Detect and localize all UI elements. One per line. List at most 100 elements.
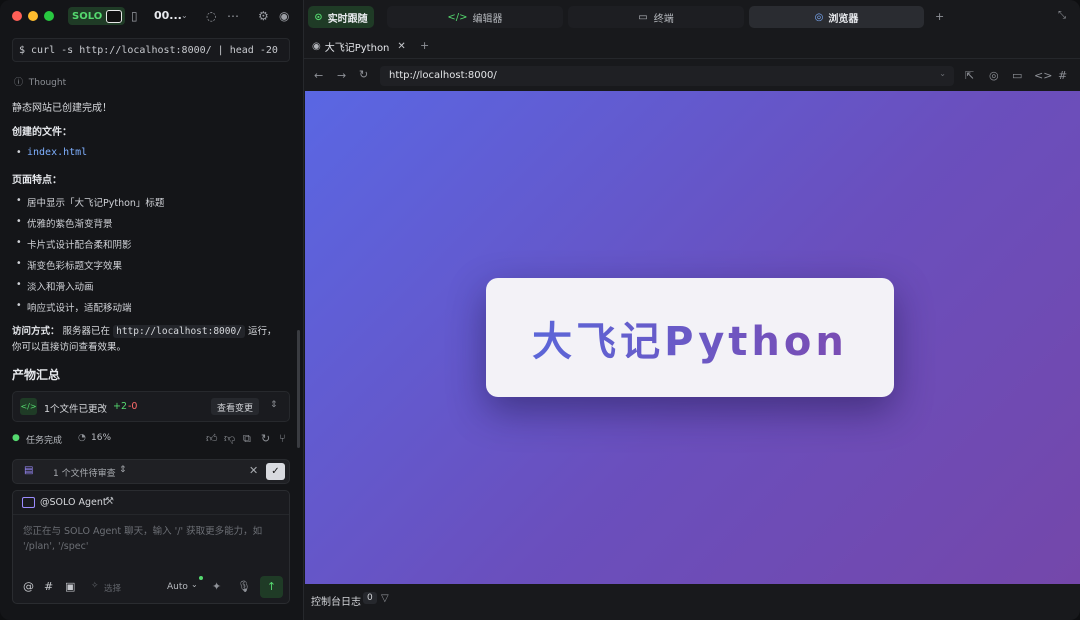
features-heading: 页面特点： [12, 175, 62, 186]
view-changes-button[interactable]: 查看变更 [211, 398, 260, 415]
task-status: 任务完成 [26, 436, 63, 446]
forward-icon[interactable]: → [337, 69, 346, 82]
collapse-icon[interactable]: ⤡ [1058, 10, 1066, 21]
solo-mode-badge[interactable]: SOLO [68, 7, 126, 25]
feature-item: 卡片式设计配合柔和阴影 [16, 237, 132, 251]
tab-label: 编辑器 [472, 13, 503, 25]
compass-icon: ◎ [814, 11, 824, 23]
pending-review-bar: ▤ 1 个文件待审查 ⇕ ✕ ✓ [12, 459, 290, 484]
check-circle-icon: ● [12, 433, 20, 443]
branch-icon[interactable]: ⑂ [279, 432, 286, 445]
tab-browser[interactable]: ◎ 浏览器 [749, 6, 924, 28]
copy-icon[interactable]: ⧉ [243, 432, 251, 446]
thought-label[interactable]: ⓘ Thought [14, 75, 66, 88]
account-icon[interactable]: ◉ [279, 9, 289, 23]
microphone-icon[interactable]: 🎙︎ [237, 580, 251, 593]
select-icon[interactable]: ✧ [91, 581, 99, 591]
back-icon[interactable]: ← [314, 69, 323, 82]
accept-button[interactable]: ✓ [266, 463, 285, 480]
pending-label[interactable]: 1 个文件待审查 [53, 466, 116, 479]
info-icon: ⓘ [14, 78, 24, 88]
pending-expand-icon[interactable]: ⇕ [119, 465, 127, 475]
tab-follow[interactable]: ⊙ 实时跟随 [308, 6, 374, 28]
browser-tab-title: 大飞记Python [324, 42, 390, 54]
browser-tab-strip: ◉ 大飞记Python ✕ + [304, 33, 1080, 59]
select-label[interactable]: 选择 [104, 582, 121, 594]
maximize-window-button[interactable] [44, 11, 54, 21]
add-tab-icon[interactable]: + [935, 10, 944, 23]
chat-panel: SOLO ▯ 00... ⌄ ◌ ⋯ ⚙ ◉ $ curl -s http://… [0, 0, 300, 620]
tab-label: 浏览器 [828, 13, 859, 25]
project-name[interactable]: 00... [154, 9, 182, 22]
agent-selector[interactable]: @SOLO Agent ⚒ [13, 491, 289, 515]
close-tab-icon[interactable]: ✕ [397, 41, 405, 52]
reload-icon[interactable]: ↻ [359, 68, 368, 81]
browser-tab[interactable]: ◉ 大飞记Python ✕ [312, 37, 406, 55]
filter-icon[interactable]: ▽ [381, 593, 389, 604]
solo-label: SOLO [72, 10, 103, 22]
file-list-item: index.html [16, 147, 87, 158]
retry-icon[interactable]: ↻ [261, 432, 270, 445]
tab-terminal[interactable]: ▭ 终端 [568, 6, 744, 28]
code-file-icon: </> [20, 398, 37, 415]
access-text: 运行， [247, 326, 277, 337]
url-dropdown-icon[interactable]: ⌄ [939, 69, 946, 78]
agent-icon [22, 497, 35, 508]
title-card: 大飞记Python [486, 278, 894, 397]
url-input[interactable]: http://localhost:8000/ ⌄ [380, 66, 954, 86]
chat-input[interactable]: 您正在与 SOLO Agent 聊天，输入 '/' 获取更多能力，如 '/pla… [23, 524, 278, 554]
tools-icon[interactable]: ⚒ [105, 496, 114, 507]
feature-item: 淡入和滑入动画 [16, 279, 94, 293]
chat-scrollbar[interactable] [297, 330, 300, 448]
chat-icon[interactable]: ◌ [206, 9, 216, 23]
image-icon[interactable]: ▣ [65, 580, 75, 593]
feature-text: 优雅的紫色渐变背景 [27, 219, 113, 230]
minimize-window-button[interactable] [28, 11, 38, 21]
terminal-icon: ▭ [638, 11, 648, 23]
close-window-button[interactable] [12, 11, 22, 21]
changes-card[interactable]: </> 1个文件已更改 +2 -0 查看变更 ⇕ [12, 391, 290, 422]
tab-editor[interactable]: </> 编辑器 [387, 6, 563, 28]
mode-selector[interactable]: Auto [167, 582, 188, 592]
more-icon[interactable]: ⋯ [227, 9, 239, 23]
document-icon: ▤ [24, 465, 34, 476]
thumbs-up-icon[interactable]: 👍︎ [206, 432, 218, 445]
progress-value: 16% [91, 433, 112, 443]
mention-icon[interactable]: @ [23, 580, 34, 593]
inspect-cursor-icon[interactable]: ⇱ [965, 69, 974, 82]
file-link[interactable]: index.html [27, 147, 87, 158]
eye-icon: ◉ [312, 40, 321, 52]
send-button[interactable]: ↑ [260, 576, 283, 598]
sparkle-icon[interactable]: ✦ [212, 580, 221, 593]
robot-icon [106, 9, 123, 23]
thought-text: Thought [28, 78, 67, 88]
access-text: 服务器已在 [62, 326, 111, 337]
expand-icon[interactable]: ⇕ [270, 400, 278, 410]
thumbs-down-icon[interactable]: 👎︎ [224, 432, 235, 445]
mode-chevron-icon[interactable]: ⌄ [191, 580, 198, 589]
feature-text: 淡入和滑入动画 [27, 282, 94, 293]
reject-icon[interactable]: ✕ [249, 464, 258, 477]
page-heading: 大飞记Python [532, 309, 848, 367]
added-count: +2 [113, 401, 128, 412]
target-icon[interactable]: ◎ [989, 69, 999, 82]
hash-icon[interactable]: # [1058, 69, 1067, 82]
follow-icon: ⊙ [314, 11, 323, 23]
feature-text: 卡片式设计配合柔和阴影 [27, 240, 132, 251]
console-bar[interactable]: 控制台日志 0 ▽ [304, 590, 1080, 610]
address-bar-row: ← → ↻ http://localhost:8000/ ⌄ ⇱ ◎ ▭ <> … [304, 61, 1080, 90]
sidebar-toggle-icon[interactable]: ▯ [131, 9, 138, 23]
device-icon[interactable]: ▭ [1012, 69, 1022, 82]
code-view-icon[interactable]: <> [1034, 69, 1052, 82]
hashtag-icon[interactable]: # [44, 580, 53, 593]
url-text: http://localhost:8000/ [389, 70, 497, 81]
access-url: http://localhost:8000/ [113, 325, 245, 338]
access-label: 访问方式： [12, 326, 60, 337]
new-tab-icon[interactable]: + [420, 39, 429, 52]
files-heading: 创建的文件： [12, 127, 72, 138]
agent-name: @SOLO Agent [40, 497, 107, 508]
gear-icon[interactable]: ⚙ [258, 9, 269, 23]
feature-item: 响应式设计，适配移动端 [16, 300, 132, 314]
chevron-down-icon[interactable]: ⌄ [181, 11, 188, 20]
preview-panel: ⊙ 实时跟随 </> 编辑器 ▭ 终端 ◎ 浏览器 + ⤡ ◉ 大飞记Python ✕ … [303, 0, 1080, 620]
